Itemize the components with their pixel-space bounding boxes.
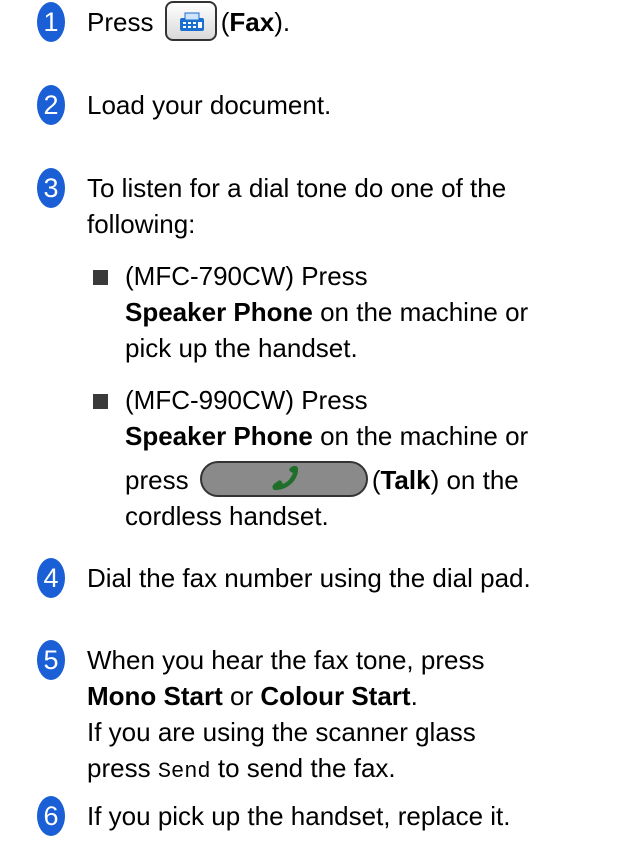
mono-start-label: Mono Start [87, 681, 223, 711]
step-text: When you hear the fax tone, press Mono S… [87, 645, 485, 784]
speaker-phone-label: Speaker Phone [125, 297, 313, 327]
step-number: 3 [37, 168, 65, 208]
bullet-text: (MFC-990CW) Press Speaker Phone on the m… [125, 385, 529, 531]
step-number: 4 [37, 558, 65, 598]
step-number: 6 [37, 796, 65, 836]
step-text: Dial the fax number using the dial pad. [87, 563, 531, 593]
step-text: To listen for a dial tone do one of the … [87, 173, 507, 239]
talk-button-icon [199, 461, 368, 498]
speaker-phone-label: Speaker Phone [125, 421, 313, 451]
step-text: If you pick up the handset, replace it. [87, 801, 511, 831]
step-number: 5 [37, 640, 65, 680]
bullet-square [93, 394, 108, 409]
step-text: Load your document. [87, 90, 332, 120]
step-number: 1 [37, 2, 65, 42]
talk-label: Talk [380, 465, 431, 495]
fax-button-icon [164, 1, 217, 42]
bullet-square [93, 270, 108, 285]
fax-icon [179, 12, 204, 32]
step-number: 2 [37, 85, 65, 125]
colour-start-label: Colour Start [260, 681, 411, 711]
bullet-text: (MFC-790CW) Press Speaker Phone on the m… [125, 261, 529, 363]
step-text: Press (Fax). [87, 1, 617, 42]
talk-icon [272, 466, 298, 491]
send-key-label: Send [157, 759, 211, 784]
fax-label: Fax [229, 7, 275, 37]
